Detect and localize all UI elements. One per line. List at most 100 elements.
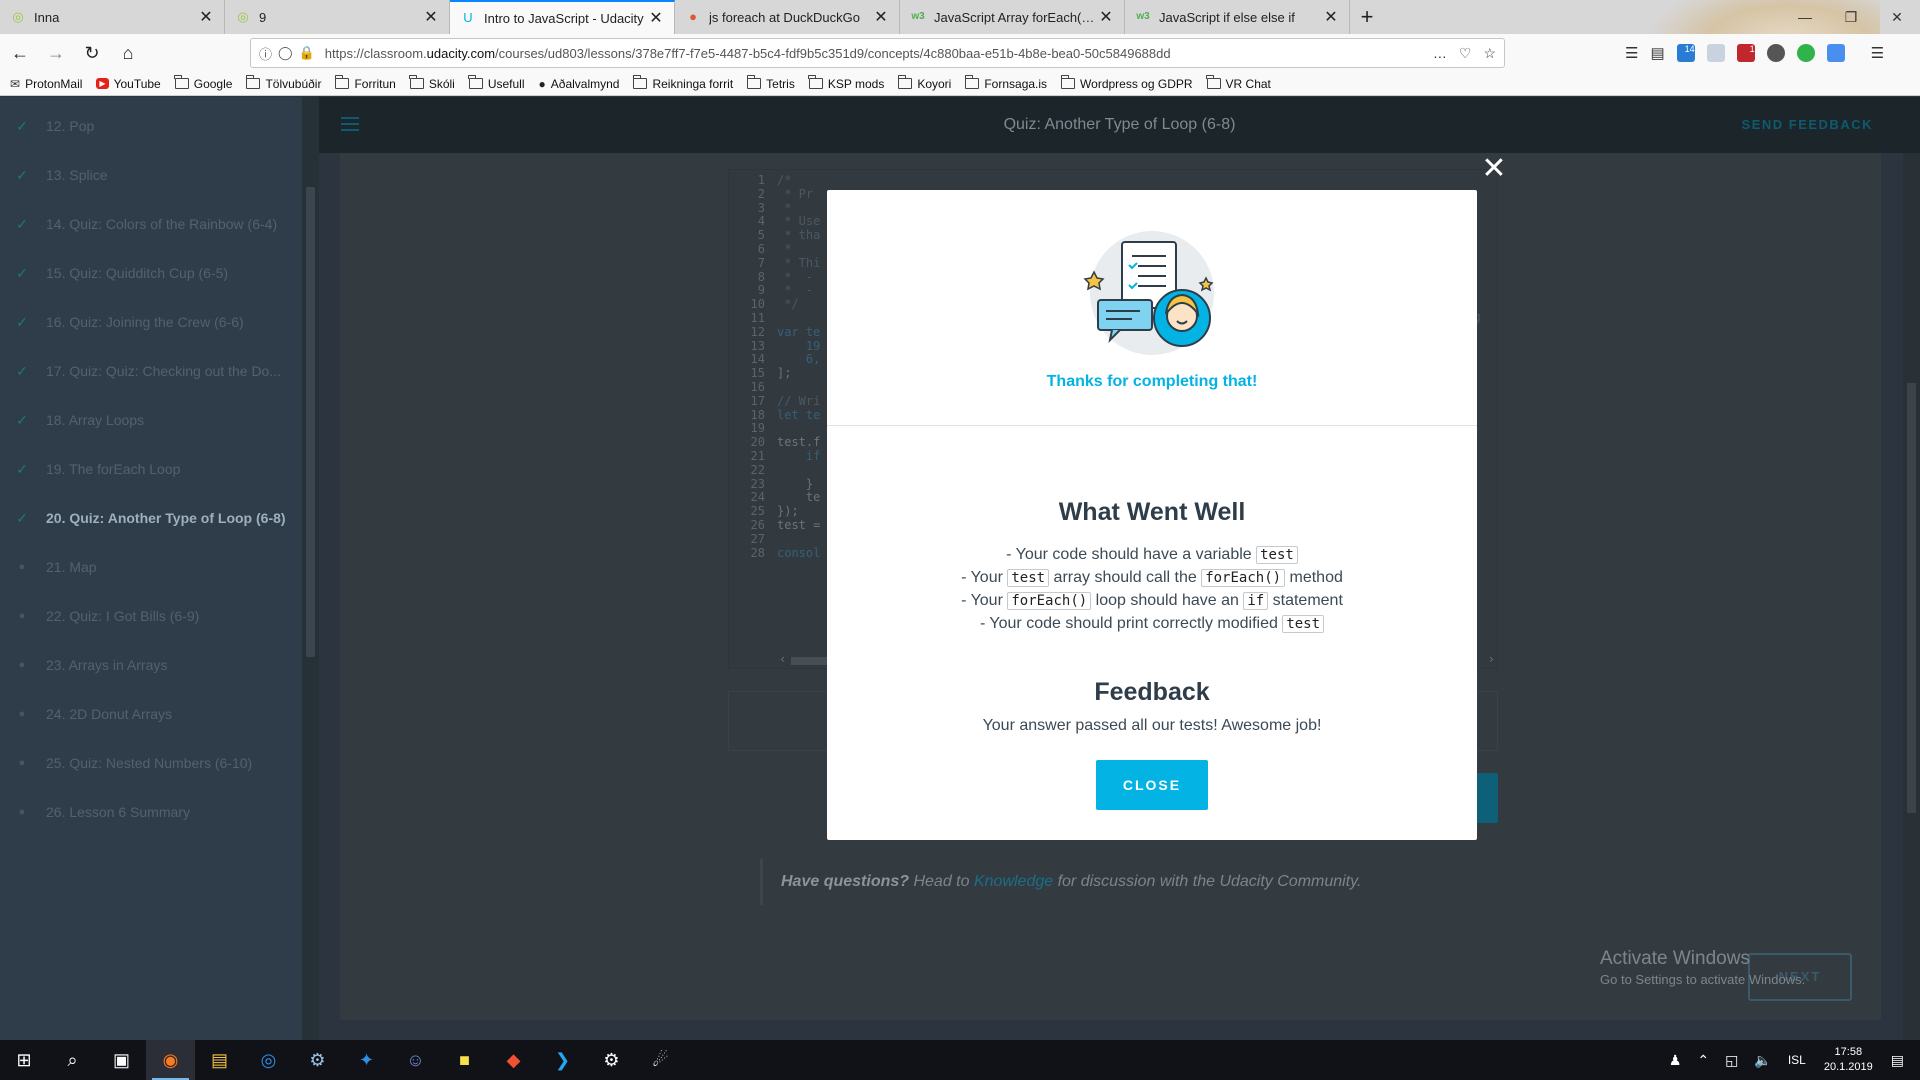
library-icon[interactable]: ☰ — [1625, 44, 1638, 62]
bookmark-item[interactable]: ● Aðalvalmynd — [539, 77, 620, 91]
file-explorer-icon[interactable]: ▤ — [195, 1040, 244, 1080]
send-feedback-link[interactable]: SEND FEEDBACK — [1742, 97, 1873, 153]
volume-icon[interactable]: 🔈 — [1754, 1052, 1771, 1069]
scroll-right-icon[interactable]: › — [1488, 652, 1495, 666]
new-tab-button[interactable]: + — [1350, 0, 1384, 34]
tab-close-icon[interactable]: ✕ — [1323, 7, 1339, 27]
bookmark-item[interactable]: ✉ ProtonMail — [10, 77, 82, 91]
firefox-icon[interactable]: ◉ — [146, 1040, 195, 1080]
url-text[interactable]: https://classroom.udacity.com/courses/ud… — [325, 46, 1433, 61]
tab-close-icon[interactable]: ✕ — [873, 7, 889, 27]
extension-dark-icon[interactable] — [1766, 44, 1785, 62]
back-button[interactable]: ← — [4, 37, 36, 69]
sidebar-lesson-item[interactable]: ✓ 13. Splice — [0, 160, 302, 190]
sidebar-lesson-item[interactable]: ● 26. Lesson 6 Summary — [0, 797, 302, 827]
bookmark-item[interactable]: KSP mods — [808, 75, 884, 91]
knowledge-link[interactable]: Knowledge — [974, 873, 1053, 890]
tab-close-icon[interactable]: ✕ — [648, 8, 664, 28]
bookmark-item[interactable]: Usefull — [468, 75, 525, 91]
browser-tab[interactable]: U Intro to JavaScript - Udacity ✕ — [450, 0, 675, 34]
tracking-shield-icon[interactable]: ◯ — [278, 45, 293, 61]
bookmark-item[interactable]: Skóli — [409, 75, 455, 91]
sticky-notes-icon[interactable]: ■ — [440, 1040, 489, 1080]
page-actions-icon[interactable]: … — [1433, 45, 1447, 62]
sidebar-scroll-thumb[interactable] — [306, 187, 315, 657]
sidebar-lesson-item[interactable]: ✓ 14. Quiz: Colors of the Rainbow (6-4) — [0, 209, 302, 239]
sidebar-lesson-item[interactable]: ✓ 20. Quiz: Another Type of Loop (6-8) — [0, 503, 302, 533]
scroll-left-icon[interactable]: ‹ — [779, 652, 786, 666]
lock-icon[interactable]: 🔒 — [299, 45, 315, 61]
sidebar-lesson-item[interactable]: ✓ 17. Quiz: Quiz: Checking out the Do... — [0, 356, 302, 386]
windows-start-icon[interactable]: ⊞ — [0, 1040, 48, 1080]
sidebar-lesson-item[interactable]: ● 21. Map — [0, 552, 302, 582]
home-button[interactable]: ⌂ — [112, 37, 144, 69]
sidebar-scrollbar[interactable] — [302, 97, 319, 1040]
hamburger-menu-icon[interactable] — [341, 117, 359, 131]
extension-translate-icon[interactable] — [1706, 44, 1725, 62]
extension-green-icon[interactable] — [1796, 44, 1815, 62]
bookmark-item[interactable]: Reikninga forrit — [632, 75, 733, 91]
sourcetree-icon[interactable]: ✦ — [342, 1040, 391, 1080]
page-scroll-thumb[interactable] — [1907, 383, 1916, 813]
close-button[interactable]: CLOSE — [1096, 760, 1208, 810]
bookmark-star-icon[interactable]: ☆ — [1483, 45, 1496, 62]
info-icon[interactable]: ⓘ — [259, 44, 272, 63]
sidebar-lesson-item[interactable]: ● 23. Arrays in Arrays — [0, 650, 302, 680]
sidebar-lesson-item[interactable]: ✓ 18. Array Loops — [0, 405, 302, 435]
tab-close-icon[interactable]: ✕ — [423, 7, 439, 27]
modal-close-icon[interactable]: ✕ — [1480, 154, 1508, 184]
bookmark-item[interactable]: Forritun — [334, 75, 396, 91]
extension-red-icon[interactable]: 1 — [1736, 44, 1755, 62]
extension-blue-icon[interactable] — [1826, 44, 1845, 62]
sidebar-lesson-item[interactable]: ✓ 16. Quiz: Joining the Crew (6-6) — [0, 307, 302, 337]
action-center-icon[interactable]: ▤ — [1891, 1052, 1904, 1069]
browser-tab[interactable]: w3 JavaScript Array forEach() Meth✕ — [900, 0, 1125, 34]
language-indicator[interactable]: ISL — [1788, 1053, 1806, 1067]
discord-icon[interactable]: ☺ — [391, 1040, 440, 1080]
sidebar-lesson-item[interactable]: ✓ 15. Quiz: Quidditch Cup (6-5) — [0, 258, 302, 288]
show-hidden-icons-chevron-icon[interactable]: ⌃ — [1697, 1052, 1709, 1069]
browser-tab[interactable]: ◎ Inna ✕ — [0, 0, 225, 34]
clock[interactable]: 17:58 20.1.2019 — [1824, 1045, 1873, 1075]
task-view-icon[interactable]: ▣ — [97, 1040, 146, 1080]
sidebar-lesson-item[interactable]: ● 22. Quiz: I Got Bills (6-9) — [0, 601, 302, 631]
url-bar[interactable]: ⓘ ◯ 🔒 https://classroom.udacity.com/cour… — [250, 38, 1505, 68]
window-close-button[interactable]: ✕ — [1874, 0, 1920, 34]
forward-button[interactable]: → — [40, 37, 72, 69]
extension-reader-icon[interactable]: 14 — [1676, 44, 1695, 62]
bookmark-item[interactable]: Wordpress og GDPR — [1060, 75, 1193, 91]
sidebar-lesson-item[interactable]: ● 24. 2D Donut Arrays — [0, 699, 302, 729]
browser-tab[interactable]: ● js foreach at DuckDuckGo ✕ — [675, 0, 900, 34]
editor-scroll-thumb[interactable] — [791, 657, 827, 665]
sidebar-toggle-icon[interactable]: ▤ — [1650, 44, 1664, 62]
search-icon[interactable]: ⌕ — [48, 1040, 97, 1080]
sidebar-lesson-item[interactable]: ✓ 19. The forEach Loop — [0, 454, 302, 484]
sidebar-lesson-item[interactable]: ● 25. Quiz: Nested Numbers (6-10) — [0, 748, 302, 778]
bookmark-item[interactable]: Koyori — [897, 75, 951, 91]
bookmark-item[interactable]: Tetris — [746, 75, 795, 91]
steam-icon[interactable]: ⚙ — [293, 1040, 342, 1080]
network-icon[interactable]: ◱ — [1725, 1052, 1738, 1069]
uplay-icon[interactable]: ◎ — [244, 1040, 293, 1080]
satellite-icon[interactable]: ☄ — [636, 1040, 685, 1080]
maximize-button[interactable]: ❐ — [1828, 0, 1874, 34]
settings-icon[interactable]: ⚙ — [587, 1040, 636, 1080]
reload-button[interactable]: ↻ — [76, 37, 108, 69]
bookmark-item[interactable]: Google — [174, 75, 232, 91]
page-scrollbar[interactable] — [1903, 153, 1920, 1040]
bookmark-item[interactable]: Tölvubúðir — [245, 75, 321, 91]
minimize-button[interactable]: — — [1782, 0, 1828, 34]
menu-icon[interactable]: ☰ — [1871, 44, 1884, 62]
git-icon[interactable]: ◆ — [489, 1040, 538, 1080]
browser-tab[interactable]: ◎ 9 ✕ — [225, 0, 450, 34]
pocket-icon[interactable]: ♡ — [1459, 45, 1472, 62]
browser-tab[interactable]: w3 JavaScript if else else if ✕ — [1125, 0, 1350, 34]
bookmark-item[interactable]: VR Chat — [1206, 75, 1271, 91]
bookmark-item[interactable]: Fornsaga.is — [964, 75, 1047, 91]
tab-close-icon[interactable]: ✕ — [198, 7, 214, 27]
bookmark-item[interactable]: ▶ YouTube — [96, 77, 161, 91]
people-icon[interactable]: ♟ — [1669, 1052, 1682, 1069]
vscode-icon[interactable]: ❯ — [538, 1040, 587, 1080]
tab-close-icon[interactable]: ✕ — [1098, 7, 1114, 27]
sidebar-lesson-item[interactable]: ✓ 12. Pop — [0, 111, 302, 141]
